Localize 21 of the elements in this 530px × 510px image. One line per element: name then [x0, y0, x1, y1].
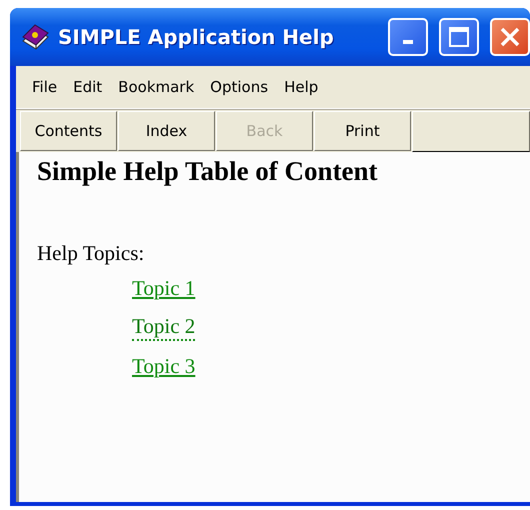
menu-item[interactable]: Edit	[65, 76, 110, 98]
toolbar-button[interactable]: Index	[118, 111, 215, 151]
window-title: SIMPLE Application Help	[58, 25, 335, 49]
toolbar-button[interactable]: Contents	[20, 111, 117, 151]
menu-item[interactable]: Help	[276, 76, 326, 98]
page-heading: Simple Help Table of Content	[37, 156, 379, 187]
book-icon	[20, 23, 50, 51]
topic-link[interactable]: Topic 3	[132, 352, 196, 380]
close-button[interactable]	[490, 18, 530, 56]
menu-item[interactable]: Bookmark	[110, 76, 202, 98]
minimize-button[interactable]	[388, 18, 428, 56]
topic-link[interactable]: Topic 2	[132, 313, 196, 341]
close-icon	[499, 26, 521, 48]
maximize-icon	[448, 26, 470, 48]
topic-link[interactable]: Topic 1	[132, 274, 196, 302]
toolbar-button[interactable]: Print	[314, 111, 411, 151]
section-label: Help Topics:	[37, 241, 146, 266]
menu-item[interactable]: Options	[202, 76, 276, 98]
menu-item[interactable]: File	[24, 76, 66, 98]
minimize-icon	[403, 40, 413, 44]
maximize-button[interactable]	[439, 18, 479, 56]
